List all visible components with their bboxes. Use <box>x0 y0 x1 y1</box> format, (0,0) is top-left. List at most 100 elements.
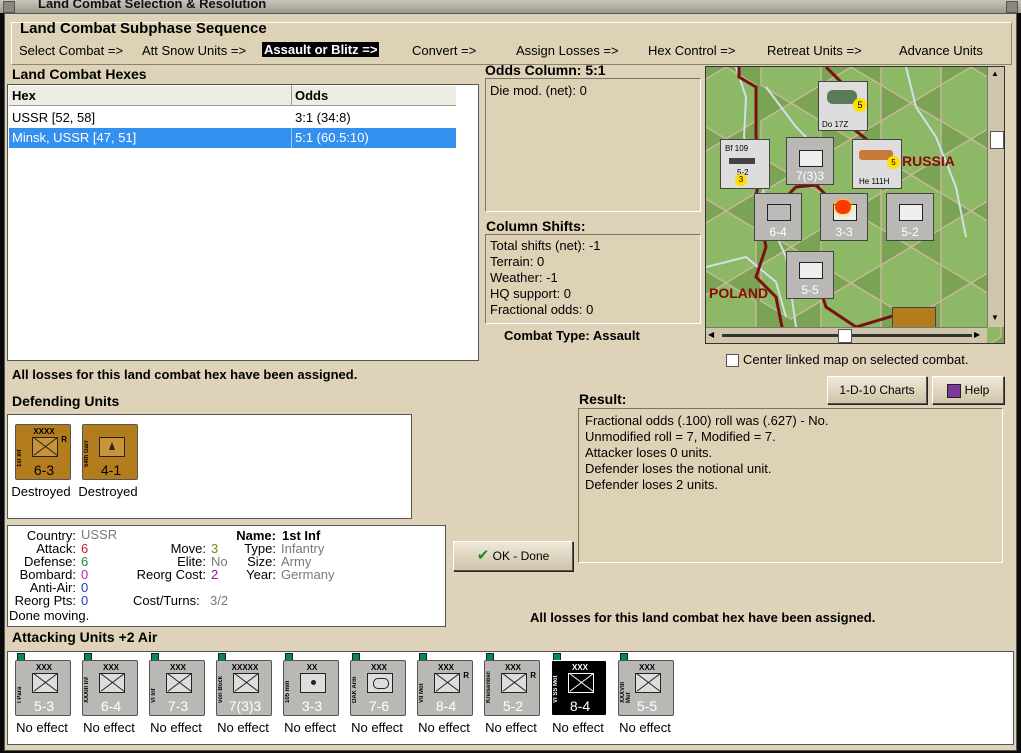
map-unit-counter[interactable]: 6-4 <box>754 193 802 241</box>
mot-icon <box>568 673 594 693</box>
unit-reserve-flag: R <box>530 671 536 680</box>
aircraft-counter-do17z[interactable]: Do 17Z 5 <box>818 81 868 131</box>
unit-strength: 4-1 <box>100 462 122 478</box>
ok-done-button[interactable]: ✔ OK - Done <box>453 541 573 571</box>
attacking-unit-counter[interactable]: XX 105 mm 3-3 <box>283 660 339 716</box>
row-odds: 5:1 (60.5:10) <box>295 130 369 145</box>
center-map-label[interactable]: Center linked map on selected combat. <box>743 352 968 367</box>
unit-effect: No effect <box>485 720 537 735</box>
window-menu-icon[interactable] <box>3 1 15 13</box>
window-title: Land Combat Selection & Resolution <box>38 0 267 11</box>
attacking-unit-counter[interactable]: XXXXX von Bock 7(3)3 <box>216 660 272 716</box>
map-unit-strength: 3-3 <box>835 225 853 239</box>
aircraft-counter-he111[interactable]: He 111H 5 <box>852 139 902 189</box>
attacking-unit-counter[interactable]: XXX XXXVIII Mot 5-5 <box>618 660 674 716</box>
attacking-unit-counter[interactable]: XXX DAK Arm 7-6 <box>350 660 406 716</box>
losses-message-top: All losses for this land combat hex have… <box>12 367 358 382</box>
map-horizontal-scrollbar[interactable]: ◀ ▶ <box>706 327 987 343</box>
map-unit-counter[interactable]: 5-2 <box>886 193 934 241</box>
step-retreat-units[interactable]: Retreat Units => <box>767 43 862 58</box>
unit-effect: No effect <box>418 720 470 735</box>
scroll-down-icon[interactable]: ▼ <box>990 313 1000 323</box>
step-assault-or-blitz[interactable]: Assault or Blitz => <box>262 42 380 57</box>
close-icon[interactable] <box>1006 1 1018 13</box>
step-convert[interactable]: Convert => <box>412 43 476 58</box>
result-panel: Fractional odds (.100) roll was (.627) -… <box>578 408 1003 563</box>
map-unit-strength: 7(3)3 <box>795 169 824 183</box>
scroll-left-icon[interactable]: ◀ <box>708 330 718 339</box>
mot2-icon <box>501 673 527 693</box>
step-select-combat[interactable]: Select Combat => <box>19 43 123 58</box>
scroll-thumb[interactable] <box>838 329 852 343</box>
aircraft-counter-bf109[interactable]: Bf 109 5-2 3 <box>720 139 770 189</box>
defending-unit-counter[interactable]: 54th Garr 4-1 <box>82 424 138 480</box>
map-vertical-scrollbar[interactable]: ▲ ▼ <box>987 67 1004 327</box>
infantry-icon <box>32 437 58 457</box>
map-unit-counter-selected[interactable]: 3-3 <box>820 193 868 241</box>
costturns-value: 3/2 <box>210 593 229 608</box>
para-icon <box>32 673 58 693</box>
center-map-checkbox[interactable] <box>726 354 739 367</box>
inf-icon <box>99 673 125 693</box>
unit-effect: No effect <box>150 720 202 735</box>
year-value: Germany <box>281 567 335 582</box>
unit-strength: 6-3 <box>33 462 55 478</box>
unit-status: Done moving. <box>9 608 90 623</box>
odds-panel: Die mod. (net): 0 <box>485 78 701 212</box>
shifts-title: Column Shifts: <box>486 218 586 234</box>
map-unit-counter[interactable]: 7(3)3 <box>786 137 834 185</box>
attacking-unit-counter[interactable]: XXX XXXIII Inf 6-4 <box>82 660 138 716</box>
aircraft-icon <box>729 158 755 164</box>
unit-symbol-icon <box>799 150 823 167</box>
unit-effect: Destroyed <box>11 484 71 499</box>
unit-size: XX <box>306 663 318 672</box>
attacking-unit-counter[interactable]: XXX Kreisenberg R 5-2 <box>484 660 540 716</box>
costturns-label: Cost/Turns: <box>133 593 200 608</box>
unit-strength: 7-3 <box>167 698 189 714</box>
window-title-bar: Land Combat Selection & Resolution <box>0 0 1021 13</box>
table-row-selected[interactable]: Minsk, USSR [47, 51] 5:1 (60.5:10) <box>9 128 456 148</box>
scroll-up-icon[interactable]: ▲ <box>990 69 1000 79</box>
linked-map[interactable]: Do 17Z 5 Bf 109 5-2 3 He 111H 5 7(3)3 6-… <box>705 66 1005 344</box>
charts-button[interactable]: 1-D-10 Charts <box>827 376 927 404</box>
table-row[interactable]: USSR [52, 58] 3:1 (34:8) <box>9 108 456 128</box>
attacking-unit-counter[interactable]: XXX I Para 5-3 <box>15 660 71 716</box>
step-att-snow-units[interactable]: Att Snow Units => <box>142 43 246 58</box>
map-unit-counter[interactable]: 5-5 <box>786 251 834 299</box>
unit-reserve-flag: R <box>463 671 469 680</box>
attacking-unit-counter[interactable]: XXX VI Inf 7-3 <box>149 660 205 716</box>
unit-effect: No effect <box>351 720 403 735</box>
shift-terrain: Terrain: 0 <box>490 254 545 269</box>
attacking-unit-counter[interactable]: XXX VII Mot R 8-4 <box>417 660 473 716</box>
column-odds[interactable]: Odds <box>295 88 328 103</box>
scroll-right-icon[interactable]: ▶ <box>974 330 984 339</box>
step-assign-losses[interactable]: Assign Losses => <box>516 43 619 58</box>
aircraft-badge: 3 <box>735 174 747 186</box>
step-hex-control[interactable]: Hex Control => <box>648 43 735 58</box>
column-divider <box>291 128 292 148</box>
unit-strength: 5-5 <box>636 698 658 714</box>
country-value: USSR <box>81 527 118 542</box>
step-advance-units[interactable]: Advance Units <box>899 43 983 58</box>
help-button[interactable]: Help <box>932 376 1004 404</box>
hexes-table[interactable]: Hex Odds USSR [52, 58] 3:1 (34:8) Minsk,… <box>7 84 479 361</box>
defending-title: Defending Units <box>12 393 120 409</box>
result-line: Unmodified roll = 7, Modified = 7. <box>585 429 776 444</box>
checkmark-icon: ✔ <box>476 547 490 564</box>
column-hex[interactable]: Hex <box>12 88 36 103</box>
unit-symbol-icon <box>767 204 791 221</box>
unit-effect: No effect <box>619 720 671 735</box>
unit-size: XXX <box>102 663 119 672</box>
inf-icon <box>233 673 259 693</box>
ok-done-label: OK - Done <box>492 549 550 563</box>
reorgcost-value: 2 <box>211 567 219 582</box>
hexes-title: Land Combat Hexes <box>12 66 147 82</box>
defending-unit-counter[interactable]: XXXX 1st Inf R 6-3 <box>15 424 71 480</box>
year-label: Year: <box>246 567 276 582</box>
shifts-panel: Total shifts (net): -1 Terrain: 0 Weathe… <box>485 234 701 324</box>
row-hex: Minsk, USSR [47, 51] <box>12 130 137 145</box>
scroll-thumb[interactable] <box>990 131 1004 149</box>
unit-reserve-flag: R <box>61 435 67 444</box>
attacking-unit-counter[interactable]: XXX VI SS Mot 8-4 <box>551 660 607 716</box>
unit-symbol-icon <box>899 204 923 221</box>
